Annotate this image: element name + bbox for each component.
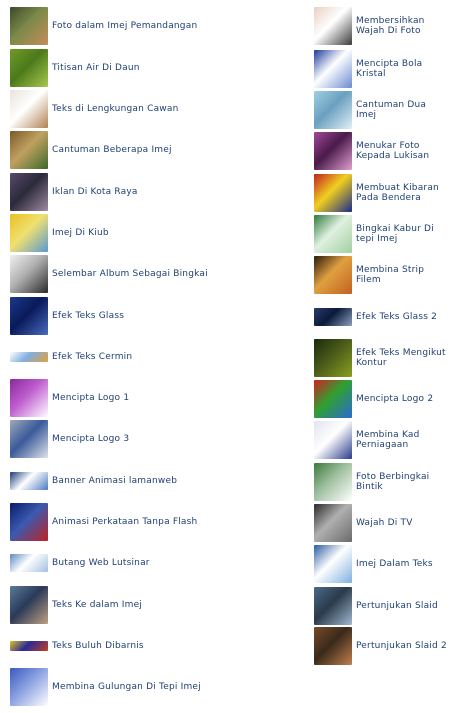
portrait-photo-icon[interactable] [10, 7, 48, 45]
tutorial-link[interactable]: Banner Animasi lamanweb [10, 462, 292, 500]
tutorial-link-label[interactable]: Membina Kad Perniagaan [356, 430, 448, 450]
tutorial-link[interactable]: Membersihkan Wajah Di Foto [314, 7, 448, 45]
tutorial-link[interactable]: Teks Buluh Dibarnis [10, 627, 292, 665]
tutorial-link-label[interactable]: Efek Teks Glass 2 [356, 312, 448, 322]
blur-frame-icon[interactable] [314, 215, 352, 253]
tutorial-link[interactable]: Mencipta Logo 1 [10, 379, 292, 417]
slideshow-icon[interactable] [314, 587, 352, 625]
tutorial-link-label[interactable]: Cantuman Beberapa Imej [52, 145, 292, 155]
tutorial-link[interactable]: Membina Strip Filem [314, 256, 448, 294]
business-card-icon[interactable] [314, 421, 352, 459]
bamboo-text-icon[interactable] [10, 641, 48, 651]
tutorial-link-label[interactable]: Imej Dalam Teks [356, 559, 448, 569]
tutorial-link[interactable]: Membuat Kibaran Pada Bendera [314, 174, 448, 212]
tutorial-link-label[interactable]: Wajah Di TV [356, 518, 448, 528]
contour-text-icon[interactable] [314, 339, 352, 377]
tutorial-link[interactable]: Mencipta Bola Kristal [314, 50, 448, 88]
tutorial-link-label[interactable]: Foto dalam Imej Pemandangan [52, 21, 292, 31]
tutorial-link[interactable]: Teks Ke dalam Imej [10, 586, 292, 624]
image-in-text-icon[interactable] [314, 545, 352, 583]
tutorial-link[interactable]: Efek Teks Mengikut Kontur [314, 339, 448, 377]
tutorial-link-label[interactable]: Efek Teks Glass [52, 311, 292, 321]
tutorial-link-label[interactable]: Mencipta Bola Kristal [356, 59, 448, 79]
mirror-text-icon[interactable] [10, 352, 48, 362]
tutorial-link-label[interactable]: Teks di Lengkungan Cawan [52, 104, 292, 114]
slideshow-2-icon[interactable] [314, 627, 352, 665]
tutorial-link-label[interactable]: Membina Strip Filem [356, 265, 448, 285]
diamond-logo-icon[interactable] [314, 380, 352, 418]
tutorial-link-label[interactable]: Mencipta Logo 1 [52, 393, 292, 403]
tv-icon[interactable] [314, 504, 352, 542]
tutorial-link-label[interactable]: Titisan Air Di Daun [52, 63, 292, 73]
tutorial-link-label[interactable]: Teks Buluh Dibarnis [52, 641, 292, 651]
tutorial-link[interactable]: Efek Teks Cermin [10, 338, 292, 376]
tutorial-link-label[interactable]: Efek Teks Mengikut Kontur [356, 348, 448, 368]
text-in-image-icon[interactable] [10, 586, 48, 624]
tutorial-link-label[interactable]: Animasi Perkataan Tanpa Flash [52, 517, 292, 527]
face-photo-icon[interactable] [314, 7, 352, 45]
tutorial-link[interactable]: Efek Teks Glass [10, 297, 292, 335]
tutorial-link-label[interactable]: Iklan Di Kota Raya [52, 187, 292, 197]
tutorial-link-label[interactable]: Menukar Foto Kepada Lukisan [356, 141, 448, 161]
tutorial-link-label[interactable]: Bingkai Kabur Di tepi Imej [356, 224, 448, 244]
tutorial-link-label[interactable]: Selembar Album Sebagai Bingkai [52, 269, 292, 279]
tutorial-link-label[interactable]: Cantuman Dua Imej [356, 100, 448, 120]
tutorial-link[interactable]: Imej Di Kiub [10, 214, 292, 252]
collage-photo-icon[interactable] [10, 131, 48, 169]
tutorial-link-label[interactable]: Mencipta Logo 2 [356, 394, 448, 404]
film-strip-icon[interactable] [314, 256, 352, 294]
tutorial-link-label[interactable]: Banner Animasi lamanweb [52, 476, 292, 486]
tutorial-link[interactable]: Teks di Lengkungan Cawan [10, 90, 292, 128]
tutorial-link-label[interactable]: Teks Ke dalam Imej [52, 600, 292, 610]
leaf-water-drop-icon[interactable] [10, 49, 48, 87]
tutorial-link-label[interactable]: Foto Berbingkai Bintik [356, 472, 448, 492]
tutorial-link[interactable]: Foto dalam Imej Pemandangan [10, 7, 292, 45]
waving-flag-icon[interactable] [314, 174, 352, 212]
dotted-frame-icon[interactable] [314, 463, 352, 501]
cube-photo-icon[interactable] [10, 214, 48, 252]
purple-logo-icon[interactable] [10, 379, 48, 417]
tutorial-link[interactable]: Cantuman Beberapa Imej [10, 131, 292, 169]
tutorial-link-label[interactable]: Membersihkan Wajah Di Foto [356, 16, 448, 36]
tutorial-link[interactable]: Iklan Di Kota Raya [10, 173, 292, 211]
city-building-icon[interactable] [10, 173, 48, 211]
tutorial-link[interactable]: Animasi Perkataan Tanpa Flash [10, 503, 292, 541]
tutorial-link[interactable]: Bingkai Kabur Di tepi Imej [314, 215, 448, 253]
tutorial-link[interactable]: Efek Teks Glass 2 [314, 298, 448, 336]
web-button-icon[interactable] [10, 554, 48, 572]
tutorial-link[interactable]: Pertunjukan Slaid 2 [314, 627, 448, 665]
glass-text-icon[interactable] [10, 297, 48, 335]
tutorial-link[interactable]: Titisan Air Di Daun [10, 49, 292, 87]
blend-images-icon[interactable] [314, 91, 352, 129]
robot-logo-icon[interactable] [10, 420, 48, 458]
tutorial-link[interactable]: Membina Gulungan Di Tepi Imej [10, 668, 292, 706]
crystal-ball-icon[interactable] [314, 50, 352, 88]
tutorial-link[interactable]: Menukar Foto Kepada Lukisan [314, 132, 448, 170]
tutorial-link[interactable]: Butang Web Lutsinar [10, 544, 292, 582]
animation-text-icon[interactable] [10, 503, 48, 541]
glass-text-2-icon[interactable] [314, 308, 352, 326]
tutorial-link[interactable]: Foto Berbingkai Bintik [314, 463, 448, 501]
tutorial-link-label[interactable]: Mencipta Logo 3 [52, 434, 292, 444]
photo-painting-icon[interactable] [314, 132, 352, 170]
album-frame-icon[interactable] [10, 255, 48, 293]
banner-icon[interactable] [10, 472, 48, 490]
tutorial-link-label[interactable]: Membina Gulungan Di Tepi Imej [52, 682, 292, 692]
tutorial-link-label[interactable]: Pertunjukan Slaid 2 [356, 641, 448, 651]
tutorial-link-label[interactable]: Butang Web Lutsinar [52, 558, 292, 568]
tutorial-link[interactable]: Selembar Album Sebagai Bingkai [10, 255, 292, 293]
tutorial-link[interactable]: Wajah Di TV [314, 504, 448, 542]
coffee-cup-icon[interactable] [10, 90, 48, 128]
tutorial-link[interactable]: Mencipta Logo 3 [10, 420, 292, 458]
tutorial-link-label[interactable]: Pertunjukan Slaid [356, 601, 448, 611]
tutorial-link[interactable]: Cantuman Dua Imej [314, 91, 448, 129]
tutorial-link[interactable]: Membina Kad Perniagaan [314, 421, 448, 459]
page-curl-icon[interactable] [10, 668, 48, 706]
tutorial-link[interactable]: Imej Dalam Teks [314, 545, 448, 583]
tutorial-link[interactable]: Pertunjukan Slaid [314, 587, 448, 625]
tutorial-link-label[interactable]: Efek Teks Cermin [52, 352, 292, 362]
tutorial-link-label[interactable]: Membuat Kibaran Pada Bendera [356, 183, 448, 203]
tutorial-link[interactable]: Mencipta Logo 2 [314, 380, 448, 418]
tutorial-link-label[interactable]: Imej Di Kiub [52, 228, 292, 238]
